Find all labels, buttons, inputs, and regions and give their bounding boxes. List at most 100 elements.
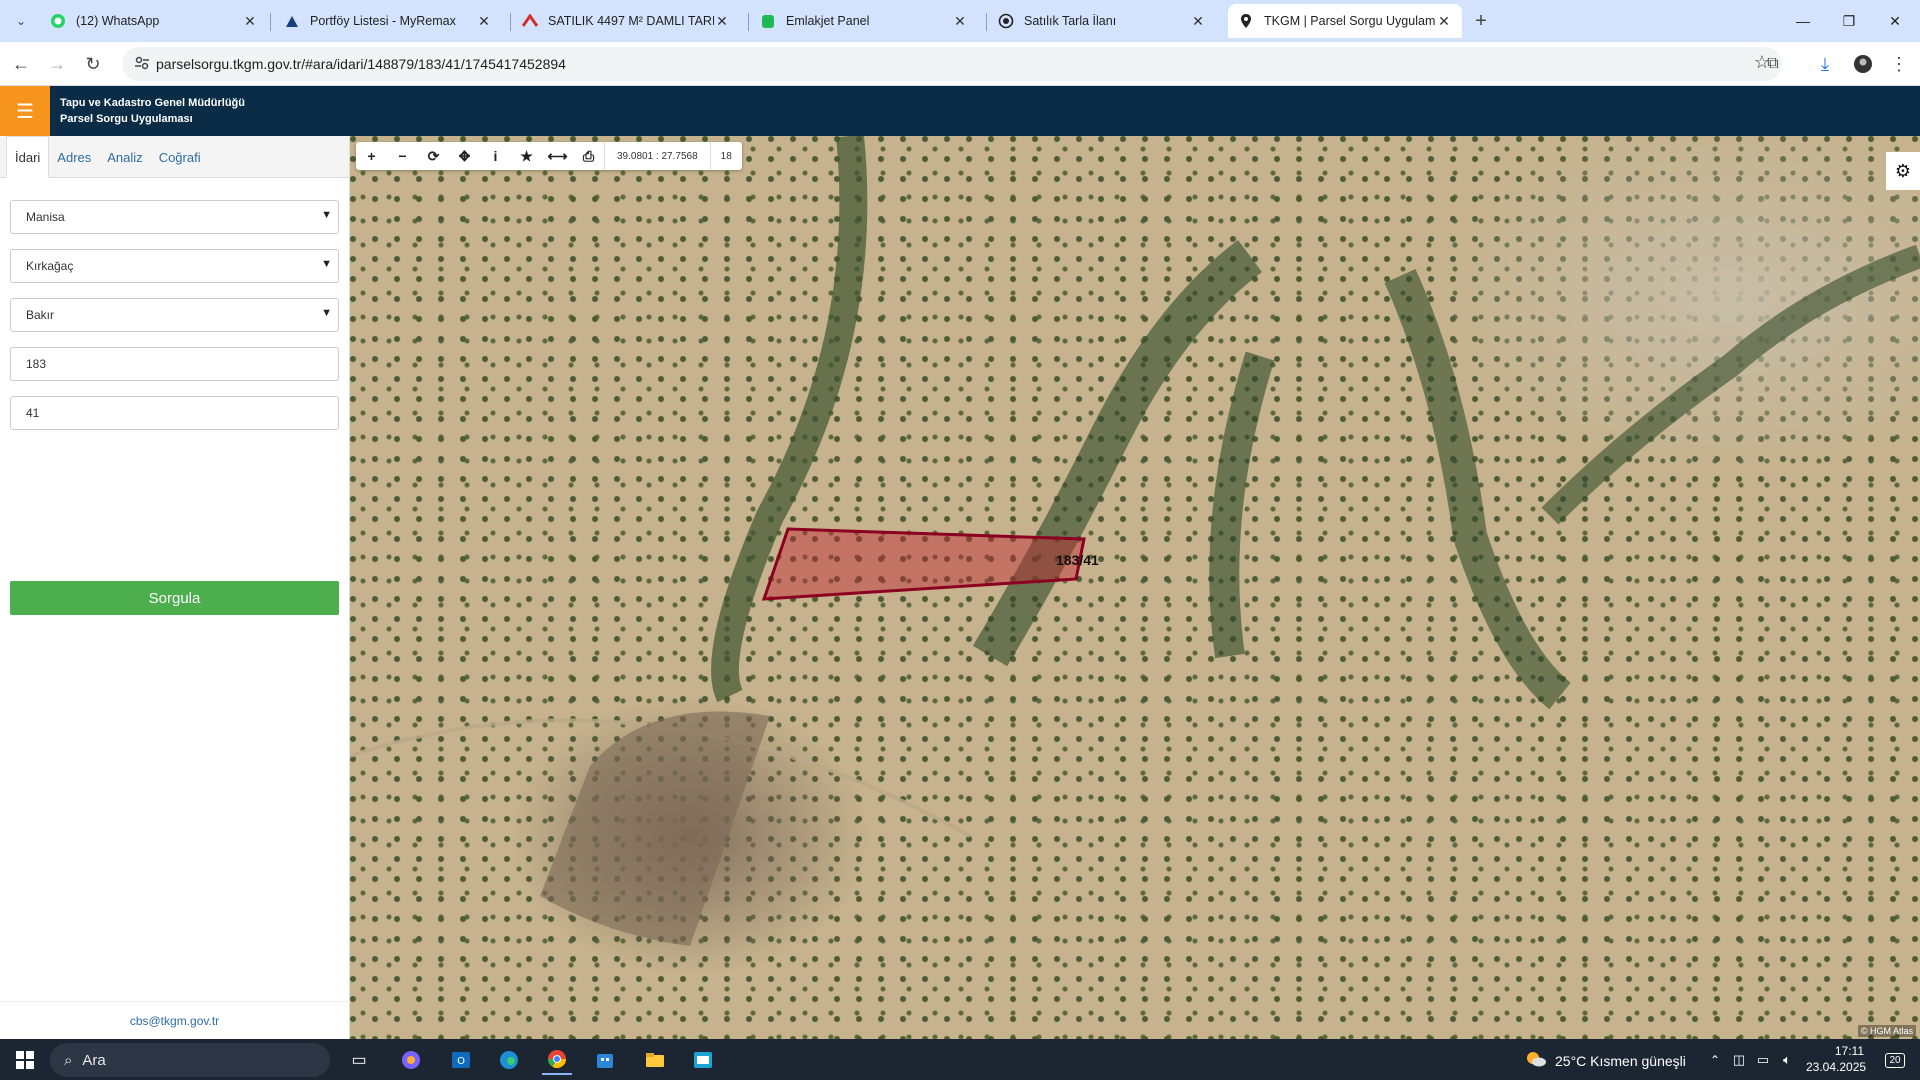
zoom-out-icon[interactable]: −	[387, 142, 418, 170]
reload-button[interactable]: ↻	[78, 49, 108, 79]
browser-toolbar: ← → ↻ parselsorgu.tkgm.gov.tr/#ara/idari…	[0, 42, 1920, 86]
chevron-down-icon: ▼	[321, 209, 332, 221]
chevron-down-icon: ▼	[321, 307, 332, 319]
notification-count: 20	[1885, 1052, 1905, 1068]
clock-time: 17:11	[1834, 1044, 1864, 1058]
query-sidebar: İdari Adres Analiz Coğrafi Manisa ▼ Kırk…	[0, 136, 350, 1039]
close-icon[interactable]: ✕	[1190, 13, 1206, 29]
outlook-icon[interactable]: O	[446, 1045, 476, 1075]
whatsapp-icon	[50, 13, 66, 29]
tab-satilik-tarla[interactable]: Satılık Tarla İlanı ✕	[988, 4, 1216, 38]
weather-widget[interactable]: 25°C Kısmen güneşli	[1525, 1049, 1686, 1072]
map-toolbar: + − ⟳ ✥ i ★ ⟷ ⎙ 39.0801 : 27.7568 18	[356, 142, 742, 170]
tab-title: (12) WhatsApp	[76, 14, 160, 28]
info-icon[interactable]: i	[480, 142, 511, 170]
tab-idari[interactable]: İdari	[6, 136, 50, 178]
tab-cografi[interactable]: Coğrafi	[151, 137, 209, 177]
windows-start-icon[interactable]	[10, 1045, 40, 1075]
measure-icon[interactable]: ⟷	[542, 142, 573, 170]
map-terrain	[350, 136, 1920, 946]
satellite-map[interactable]: + − ⟳ ✥ i ★ ⟷ ⎙ 39.0801 : 27.7568 18 ⚙ 1…	[350, 136, 1920, 1039]
close-icon[interactable]: ✕	[952, 13, 968, 29]
profile-avatar[interactable]	[1848, 49, 1878, 79]
search-icon: ⌕	[64, 1051, 73, 1069]
tab-adres[interactable]: Adres	[49, 137, 99, 177]
gear-icon[interactable]: ⚙	[1886, 152, 1920, 190]
il-select[interactable]: Manisa ▼	[10, 200, 339, 234]
ada-input[interactable]: 183	[10, 347, 339, 381]
hamburger-menu-icon[interactable]: ☰	[0, 86, 50, 136]
favorite-star-icon[interactable]: ★	[511, 142, 542, 170]
url-text: parselsorgu.tkgm.gov.tr/#ara/idari/14887…	[156, 56, 566, 72]
volume-icon[interactable]: 🔈︎	[1772, 1045, 1802, 1075]
system-clock[interactable]: 17:11 23.04.2025	[1806, 1043, 1866, 1075]
zoom-in-icon[interactable]: +	[356, 142, 387, 170]
site-info-icon[interactable]	[134, 55, 150, 76]
edge-icon[interactable]	[494, 1045, 524, 1075]
restore-button[interactable]: ❐	[1826, 0, 1872, 42]
address-bar[interactable]: parselsorgu.tkgm.gov.tr/#ara/idari/14887…	[122, 47, 1782, 81]
print-icon[interactable]: ⎙	[573, 142, 604, 170]
tab-tkgm[interactable]: TKGM | Parsel Sorgu Uygulaması ✕	[1228, 4, 1462, 38]
close-icon[interactable]: ✕	[476, 13, 492, 29]
file-explorer-icon[interactable]	[640, 1045, 670, 1075]
mahalle-value: Bakır	[26, 308, 55, 322]
globe-icon	[998, 13, 1014, 29]
tab-search-button[interactable]: ⌄	[6, 6, 36, 36]
tab-myremax[interactable]: Portföy Listesi - MyRemax ✕	[274, 4, 502, 38]
parsel-value: 41	[26, 406, 40, 420]
task-view-icon[interactable]: ▭	[344, 1045, 374, 1075]
svg-text:O: O	[457, 1056, 465, 1067]
refresh-icon[interactable]: ⟳	[418, 142, 449, 170]
close-window-button[interactable]: ✕	[1872, 0, 1918, 42]
extensions-icon[interactable]: ⧉	[1758, 49, 1788, 79]
new-tab-button[interactable]: +	[1466, 6, 1496, 36]
tab-title: Satılık Tarla İlanı	[1024, 14, 1117, 28]
footer-email-link[interactable]: cbs@tkgm.gov.tr	[0, 1001, 349, 1039]
emlakjet-icon	[760, 13, 776, 29]
copilot-icon[interactable]	[396, 1045, 426, 1075]
app-header: ☰ Tapu ve Kadastro Genel Müdürlüğü Parse…	[0, 86, 1920, 136]
sorgula-button[interactable]: Sorgula	[10, 581, 339, 615]
tab-title: Emlakjet Panel	[786, 14, 870, 28]
zoom-level: 18	[709, 142, 742, 170]
browser-tab-strip: ⌄ (12) WhatsApp ✕ Portföy Listesi - MyRe…	[0, 0, 1920, 42]
store-icon[interactable]	[590, 1045, 620, 1075]
close-icon[interactable]: ✕	[242, 13, 258, 29]
map-attribution: © HGM Atlas	[1857, 1025, 1916, 1037]
tab-emlakjet[interactable]: Emlakjet Panel ✕	[750, 4, 978, 38]
map-pin-icon	[1238, 13, 1254, 29]
tab-analiz[interactable]: Analiz	[99, 137, 150, 177]
chevron-down-icon: ▼	[321, 258, 332, 270]
back-button[interactable]: ←	[6, 49, 36, 79]
tab-title: TKGM | Parsel Sorgu Uygulaması	[1264, 14, 1436, 28]
parsel-input[interactable]: 41	[10, 396, 339, 430]
app-title-line2: Parsel Sorgu Uygulaması	[60, 113, 193, 125]
app-title-line1: Tapu ve Kadastro Genel Müdürlüğü	[60, 97, 245, 109]
remax-icon	[284, 13, 300, 29]
parcel-label: 183/41	[1056, 552, 1099, 568]
mahalle-select[interactable]: Bakır ▼	[10, 298, 339, 332]
windows-taskbar: ⌕ Ara ▭ O 25°C Kısmen güneşli ⌃ ◫ ▭ 🔈︎ 1…	[0, 1039, 1920, 1080]
app-icon[interactable]	[688, 1045, 718, 1075]
close-icon[interactable]: ✕	[714, 13, 730, 29]
download-icon[interactable]: ⤓	[1810, 49, 1840, 79]
tab-sahibinden[interactable]: SATILIK 4497 M² DAMLI TARLA ✕	[512, 4, 740, 38]
chrome-icon[interactable]	[542, 1045, 572, 1075]
tab-title: Portföy Listesi - MyRemax	[310, 14, 456, 28]
taskbar-search[interactable]: ⌕ Ara	[50, 1043, 330, 1077]
weather-icon	[1525, 1049, 1547, 1072]
tab-whatsapp[interactable]: (12) WhatsApp ✕	[40, 4, 268, 38]
weather-text: 25°C Kısmen güneşli	[1555, 1052, 1686, 1069]
kebab-menu-icon[interactable]: ⋮	[1884, 49, 1914, 79]
coordinate-readout: 39.0801 : 27.7568	[604, 142, 710, 170]
close-icon[interactable]: ✕	[1436, 13, 1452, 29]
ilce-select[interactable]: Kırkağaç ▼	[10, 249, 339, 283]
ada-value: 183	[26, 357, 47, 371]
tab-title: SATILIK 4497 M² DAMLI TARLA	[548, 14, 714, 28]
search-placeholder: Ara	[82, 1051, 106, 1069]
minimize-button[interactable]: —	[1780, 0, 1826, 42]
forward-button[interactable]: →	[42, 49, 72, 79]
notification-icon[interactable]: 20	[1880, 1045, 1910, 1075]
locate-icon[interactable]: ✥	[449, 142, 480, 170]
